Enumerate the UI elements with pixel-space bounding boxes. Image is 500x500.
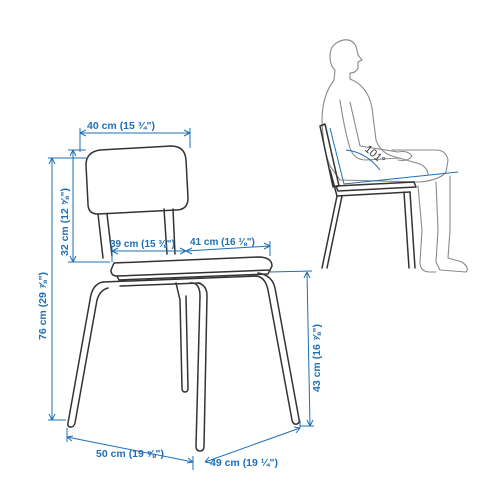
seat-height-label: 43 cm (16 ⅞")	[311, 324, 323, 392]
dimension-lines	[48, 128, 314, 470]
chair-front-view	[67, 145, 300, 452]
leg-front-left	[67, 281, 109, 428]
base-width-label: 50 cm (19 ⅝")	[96, 448, 164, 460]
side-leg-front	[321, 195, 343, 269]
chair-dimension-diagram: 40 cm (15 ¾") 32 cm (12 ⅝") 76 cm (29 ⅞"…	[37, 39, 468, 470]
seat-width-label: 39 cm (15 ⅜")	[110, 239, 175, 250]
seat-depth-label: 41 cm (16 ⅛")	[190, 237, 255, 248]
backrest	[85, 145, 189, 215]
leg-back-right	[254, 272, 300, 425]
leg-back-left	[175, 282, 189, 393]
back-upright-left	[97, 213, 113, 259]
total-height-label: 76 cm (29 ⅞")	[37, 272, 49, 340]
back-height-label: 32 cm (12 ⅝")	[59, 188, 71, 256]
top-width-label: 40 cm (15 ¾")	[87, 120, 155, 132]
seat	[110, 256, 273, 277]
leg-front-right	[189, 282, 208, 452]
seated-person-silhouette	[321, 39, 468, 273]
side-leg-back	[403, 191, 416, 269]
base-depth-label: 49 cm (19 ¼")	[210, 457, 278, 469]
